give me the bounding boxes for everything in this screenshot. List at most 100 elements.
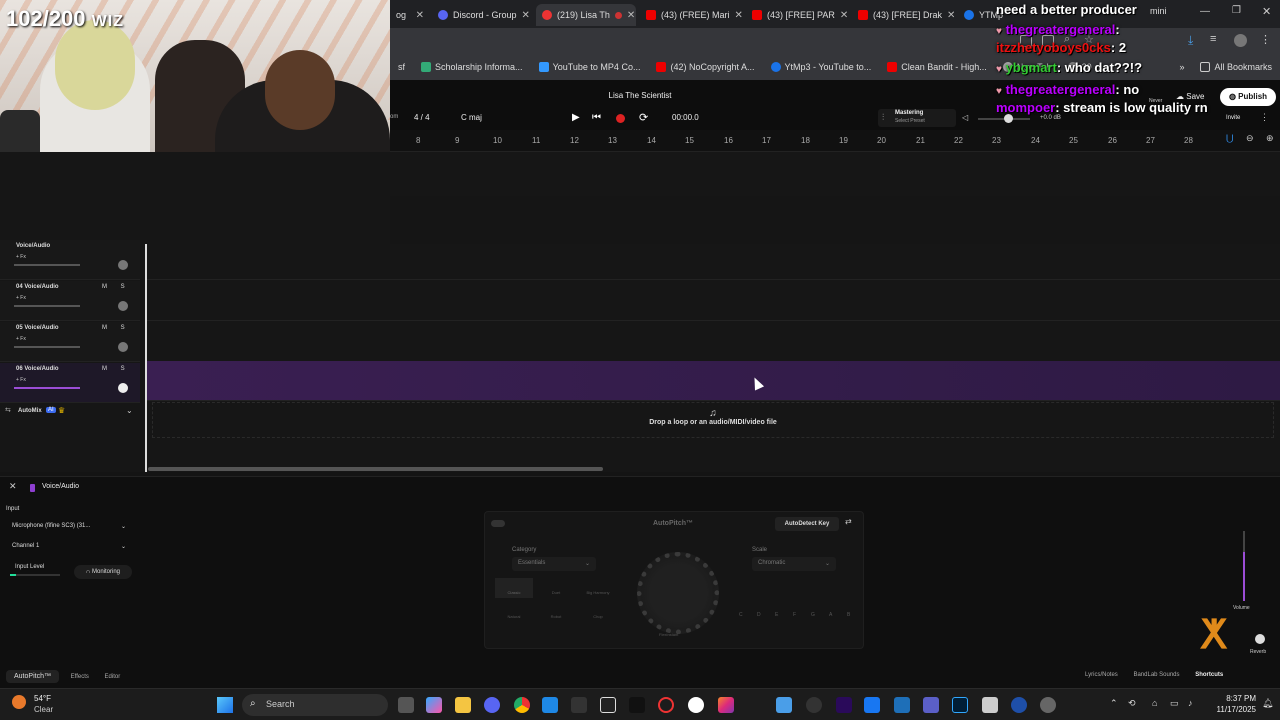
track-lane[interactable] <box>146 322 1280 362</box>
track-lane-selected[interactable] <box>146 361 1280 401</box>
record-button[interactable] <box>616 114 625 123</box>
copilot-icon[interactable] <box>426 697 442 713</box>
volume-icon[interactable]: ♪ <box>1188 698 1193 708</box>
file-explorer-icon[interactable] <box>455 697 471 713</box>
mute-solo-buttons[interactable]: M S <box>102 284 131 290</box>
tab-effects[interactable]: Effects <box>71 674 89 680</box>
close-icon[interactable]: ✕ <box>840 10 848 21</box>
obs-icon[interactable] <box>806 697 822 713</box>
bookmark-item[interactable]: YouTube to MP4 Co... <box>531 62 649 72</box>
photoshop-icon[interactable] <box>952 697 968 713</box>
play-button[interactable]: ▶ <box>572 112 580 123</box>
settings-icon[interactable]: ⇄ <box>845 517 852 526</box>
monitoring-button[interactable]: ∩ Monitoring <box>74 565 132 579</box>
browser-tab[interactable]: (43) [FREE] Drak ✕ <box>852 4 954 26</box>
notepad-icon[interactable] <box>982 697 998 713</box>
preset-classic[interactable]: Classic <box>495 578 533 598</box>
track-lane[interactable] <box>146 281 1280 321</box>
app-window-icon[interactable] <box>894 697 910 713</box>
playhead[interactable] <box>145 244 147 472</box>
channel-select[interactable]: Channel 1 ⌄ <box>6 540 132 554</box>
mute-solo-buttons[interactable]: M S <box>102 325 131 331</box>
track-volume-slider[interactable] <box>14 264 80 266</box>
teams-icon[interactable] <box>923 697 939 713</box>
drop-zone[interactable]: ♫ Drop a loop or an audio/MIDI/video fil… <box>152 402 1274 438</box>
tiktok-icon[interactable] <box>629 697 645 713</box>
tab-autopitch[interactable]: AutoPitch™ <box>6 670 59 683</box>
chrome-icon[interactable] <box>514 697 530 713</box>
automix-row[interactable]: ⇆ AutoMix AI ♛ ⌄ <box>0 405 140 419</box>
bandlab-sounds-link[interactable]: BandLab Sounds <box>1133 672 1179 678</box>
close-icon[interactable]: ✕ <box>522 10 530 21</box>
timeline-ruler[interactable]: 8 9 10 11 12 13 14 15 16 17 18 19 20 21 … <box>390 130 1280 152</box>
preset-natural[interactable]: Natural <box>495 602 533 622</box>
track-header[interactable]: Voice/Audio + Fx <box>0 240 140 280</box>
zoom-in-icon[interactable]: ⊕ <box>1266 133 1274 144</box>
bookmark-item[interactable]: sf <box>390 62 413 72</box>
autodetect-key-button[interactable]: AutoDetect Key <box>775 517 839 531</box>
note-key[interactable]: B <box>847 612 850 618</box>
category-select[interactable]: Essentials ⌄ <box>512 557 596 571</box>
pitch-dial[interactable] <box>637 552 719 634</box>
browser-tab-active[interactable]: (219) Lisa Th ✕ <box>536 4 636 26</box>
preset-chop[interactable]: Chop <box>579 602 617 622</box>
scale-select[interactable]: Chromatic ⌄ <box>752 557 836 571</box>
search-box[interactable]: ⌕ Search <box>242 694 388 716</box>
notifications-icon[interactable]: 🔔︎ <box>1262 698 1273 709</box>
note-key[interactable]: G <box>811 612 815 618</box>
weather-widget[interactable]: 54°F Clear <box>12 693 72 717</box>
tab-editor[interactable]: Editor <box>105 674 121 680</box>
skip-back-button[interactable]: ⏮ <box>592 112 601 123</box>
track-pan-knob[interactable] <box>118 260 128 270</box>
zoom-label[interactable]: om <box>390 114 398 120</box>
track-header[interactable]: 05 Voice/Audio M S + Fx <box>0 322 140 362</box>
preset-robot[interactable]: Robot <box>537 602 575 622</box>
time-signature[interactable]: 4 / 4 <box>414 113 430 122</box>
g-app-icon[interactable] <box>688 697 704 713</box>
note-key[interactable]: C <box>739 612 743 618</box>
note-key[interactable]: A <box>829 612 832 618</box>
horizontal-scrollbar[interactable] <box>148 467 603 471</box>
track-header-selected[interactable]: 06 Voice/Audio M S + Fx <box>0 363 140 403</box>
close-icon[interactable]: ✕ <box>416 10 424 21</box>
battery-icon[interactable]: ▭ <box>1170 698 1179 709</box>
bookmark-item[interactable]: Clean Bandit - High... <box>879 62 995 72</box>
power-toggle[interactable] <box>491 520 505 527</box>
tray-chevron-icon[interactable]: ⌃ <box>1110 698 1118 709</box>
key-selector[interactable]: C maj <box>461 113 482 122</box>
opera-icon[interactable] <box>658 697 674 713</box>
start-button[interactable] <box>217 697 233 713</box>
track-lane[interactable] <box>146 240 1280 280</box>
task-view-icon[interactable] <box>398 697 414 713</box>
epic-games-icon[interactable] <box>571 697 587 713</box>
lyrics-notes-link[interactable]: Lyrics/Notes <box>1085 672 1118 678</box>
browser-tab[interactable]: og ✕ <box>390 4 430 26</box>
close-icon[interactable]: ✕ <box>627 10 635 21</box>
network-icon[interactable]: ⌂ <box>1152 698 1157 708</box>
browser-tab[interactable]: (43) [FREE] PAR ✕ <box>746 4 848 26</box>
close-icon[interactable]: ✕ <box>947 10 954 21</box>
bookmark-item[interactable]: Scholarship Informa... <box>413 62 531 72</box>
chevron-down-icon[interactable]: ⌄ <box>126 406 133 415</box>
volume-fader[interactable] <box>1243 531 1245 601</box>
bookmark-item[interactable]: (42) NoCopyright A... <box>648 62 762 72</box>
track-pan-knob[interactable] <box>118 342 128 352</box>
track-volume-slider[interactable] <box>14 346 80 348</box>
bookmark-item[interactable]: YtMp3 - YouTube to... <box>763 62 880 72</box>
note-key[interactable]: F <box>793 612 796 618</box>
clock[interactable]: 8:37 PM 11/17/2025 <box>1206 693 1256 715</box>
ccleaner-icon[interactable] <box>1011 697 1027 713</box>
facebook-icon[interactable] <box>864 697 880 713</box>
track-fx-button[interactable]: + Fx <box>16 295 26 301</box>
track-fx-button[interactable]: + Fx <box>16 336 26 342</box>
close-panel-icon[interactable]: ✕ <box>9 481 17 492</box>
shortcuts-link[interactable]: Shortcuts <box>1195 672 1223 678</box>
capcut-icon[interactable] <box>600 697 616 713</box>
mastering-button[interactable]: ⫶ Mastering Select Preset <box>878 109 956 127</box>
close-icon[interactable]: ✕ <box>735 10 742 21</box>
sync-icon[interactable]: ⟲ <box>1128 698 1136 709</box>
track-fx-button[interactable]: + Fx <box>16 254 26 260</box>
track-volume-slider[interactable] <box>14 387 80 389</box>
vscode-icon[interactable] <box>542 697 558 713</box>
mute-solo-buttons[interactable]: M S <box>102 366 131 372</box>
